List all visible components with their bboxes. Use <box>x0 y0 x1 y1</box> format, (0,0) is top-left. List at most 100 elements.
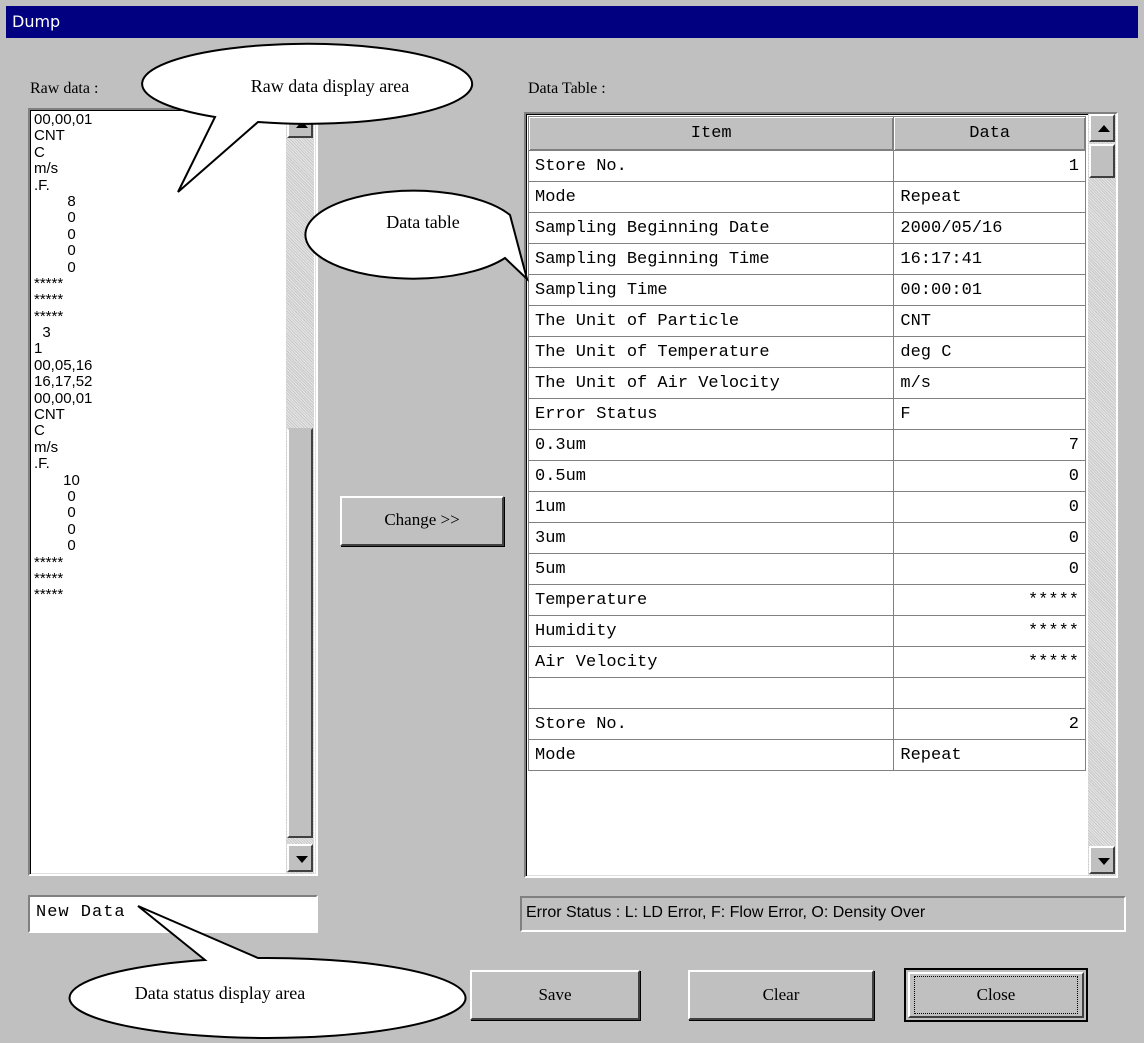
data-cell: 00:00:01 <box>893 274 1086 306</box>
item-cell: 0.5um <box>527 460 895 492</box>
table-row[interactable]: Mode Repeat <box>527 181 1086 213</box>
data-cell: 1 <box>893 150 1086 182</box>
table-row[interactable]: Air Velocity ***** <box>527 646 1086 678</box>
item-cell: Sampling Time <box>527 274 895 306</box>
table-row[interactable]: 5um 0 <box>527 553 1086 585</box>
table-row[interactable]: Store No. 1 <box>527 150 1086 182</box>
table-row[interactable]: Store No. 2 <box>527 708 1086 740</box>
raw-data-text: 00,00,01 CNT Cm/s .F. 8 0 0 0 0 ***** ***** **… <box>34 112 282 870</box>
raw-data-line: ***** <box>34 291 64 309</box>
raw-data-line: 0 <box>34 520 76 538</box>
item-cell: Store No. <box>527 150 895 182</box>
data-table-grid[interactable]: Item Data Store No. 1 Mode Repeat Sampling B… <box>524 112 1118 878</box>
raw-data-line: .F. <box>34 455 50 473</box>
raw-data-listbox[interactable]: 00,00,01 CNT Cm/s .F. 8 0 0 0 0 ***** ***** **… <box>28 108 318 876</box>
raw-data-line: 0 <box>34 537 76 555</box>
raw-data-scrollbar[interactable] <box>286 110 314 874</box>
scroll-up-button[interactable] <box>287 110 313 138</box>
table-row[interactable]: Sampling Beginning Date 2000/05/16 <box>527 212 1086 244</box>
table-row[interactable]: The Unit of Temperature deg C <box>527 336 1086 368</box>
data-cell: Repeat <box>893 181 1086 213</box>
raw-data-line: ***** <box>34 586 64 604</box>
item-cell: Mode <box>527 739 895 771</box>
table-row[interactable]: Temperature ***** <box>527 584 1086 616</box>
item-cell: 3um <box>527 522 895 554</box>
raw-data-line: 16,17,52 <box>34 373 93 391</box>
table-row[interactable]: The Unit of Particle CNT <box>527 305 1086 337</box>
scroll-up-arrow-icon <box>296 121 308 128</box>
data-cell: ***** <box>893 646 1086 678</box>
item-cell: Temperature <box>527 584 895 616</box>
column-header-item[interactable]: Item <box>527 116 895 151</box>
raw-data-line: m/s <box>34 160 59 178</box>
data-cell: 16:17:41 <box>893 243 1086 275</box>
data-cell: 0 <box>893 553 1086 585</box>
table-row[interactable]: Mode Repeat <box>527 739 1086 771</box>
table-row[interactable]: 0.5um 0 <box>527 460 1086 492</box>
data-table-label: Data Table : <box>528 80 606 97</box>
item-cell: Mode <box>527 181 895 213</box>
item-cell: Sampling Beginning Time <box>527 243 895 275</box>
item-cell: 0.3um <box>527 429 895 461</box>
data-cell: 2000/05/16 <box>893 212 1086 244</box>
item-cell: The Unit of Air Velocity <box>527 367 895 399</box>
raw-data-line: CNT <box>34 406 65 424</box>
item-cell <box>527 677 895 709</box>
item-cell: Humidity <box>527 615 895 647</box>
scroll-thumb[interactable] <box>287 428 313 838</box>
title-bar: Dump <box>6 6 1138 38</box>
raw-data-line: 0 <box>34 504 76 522</box>
table-callout-bubble <box>304 189 529 283</box>
table-row[interactable]: 1um 0 <box>527 491 1086 523</box>
item-cell: The Unit of Particle <box>527 305 895 337</box>
scroll-down-button[interactable] <box>287 844 313 872</box>
table-row[interactable]: 0.3um 7 <box>527 429 1086 461</box>
column-header-data[interactable]: Data <box>893 116 1086 151</box>
raw-data-line: 00,05,16 <box>34 356 93 374</box>
close-button[interactable]: Close <box>904 968 1088 1022</box>
table-row[interactable] <box>527 677 1086 709</box>
raw-data-line: ***** <box>34 569 64 587</box>
table-scroll-thumb[interactable] <box>1089 144 1115 178</box>
raw-data-line: 00,00,01 <box>34 112 93 128</box>
raw-data-line: .F. <box>34 176 50 194</box>
table-scroll-up-button[interactable] <box>1089 114 1115 142</box>
save-button[interactable]: Save <box>470 970 640 1020</box>
table-row[interactable]: 3um 0 <box>527 522 1086 554</box>
status-callout-text: Data status display area <box>134 983 306 1003</box>
table-row[interactable]: Error Status F <box>527 398 1086 430</box>
item-cell: Error Status <box>527 398 895 430</box>
error-status-legend: Error Status : L: LD Error, F: Flow Erro… <box>520 896 1126 932</box>
table-scroll-down-button[interactable] <box>1089 846 1115 874</box>
table-row[interactable]: Sampling Time 00:00:01 <box>527 274 1086 306</box>
raw-data-line: 0 <box>34 209 76 227</box>
data-status-field: New Data <box>28 895 318 933</box>
raw-data-line: C <box>34 422 45 440</box>
table-row[interactable]: Humidity ***** <box>527 615 1086 647</box>
data-table-scrollbar[interactable] <box>1088 114 1116 876</box>
item-cell: Store No. <box>527 708 895 740</box>
data-table-viewport: Item Data Store No. 1 Mode Repeat Sampling B… <box>526 114 1086 876</box>
raw-data-line: 0 <box>34 242 76 260</box>
change-button[interactable]: Change >> <box>340 496 504 546</box>
item-cell: Sampling Beginning Date <box>527 212 895 244</box>
scroll-down-arrow-icon <box>296 856 308 863</box>
table-row[interactable]: Sampling Beginning Time 16:17:41 <box>527 243 1086 275</box>
data-cell: ***** <box>893 584 1086 616</box>
data-cell: 0 <box>893 522 1086 554</box>
raw-data-line: 0 <box>34 225 76 243</box>
raw-data-line: 1 <box>34 340 43 358</box>
table-row[interactable]: The Unit of Air Velocity m/s <box>527 367 1086 399</box>
raw-data-line: 10 <box>34 471 80 489</box>
item-cell: 1um <box>527 491 895 523</box>
data-cell: Repeat <box>893 739 1086 771</box>
dump-window: Dump Raw data : 00,00,01 CNT Cm/s .F. 8 0 0… <box>0 0 1144 1043</box>
table-callout-text: Data table <box>386 212 460 232</box>
data-cell: 0 <box>893 460 1086 492</box>
clear-button[interactable]: Clear <box>688 970 874 1020</box>
raw-data-line: CNT <box>34 127 65 145</box>
data-cell: 7 <box>893 429 1086 461</box>
table-scroll-down-arrow-icon <box>1098 858 1110 865</box>
raw-data-line: m/s <box>34 438 59 456</box>
raw-data-line: ***** <box>34 307 64 325</box>
